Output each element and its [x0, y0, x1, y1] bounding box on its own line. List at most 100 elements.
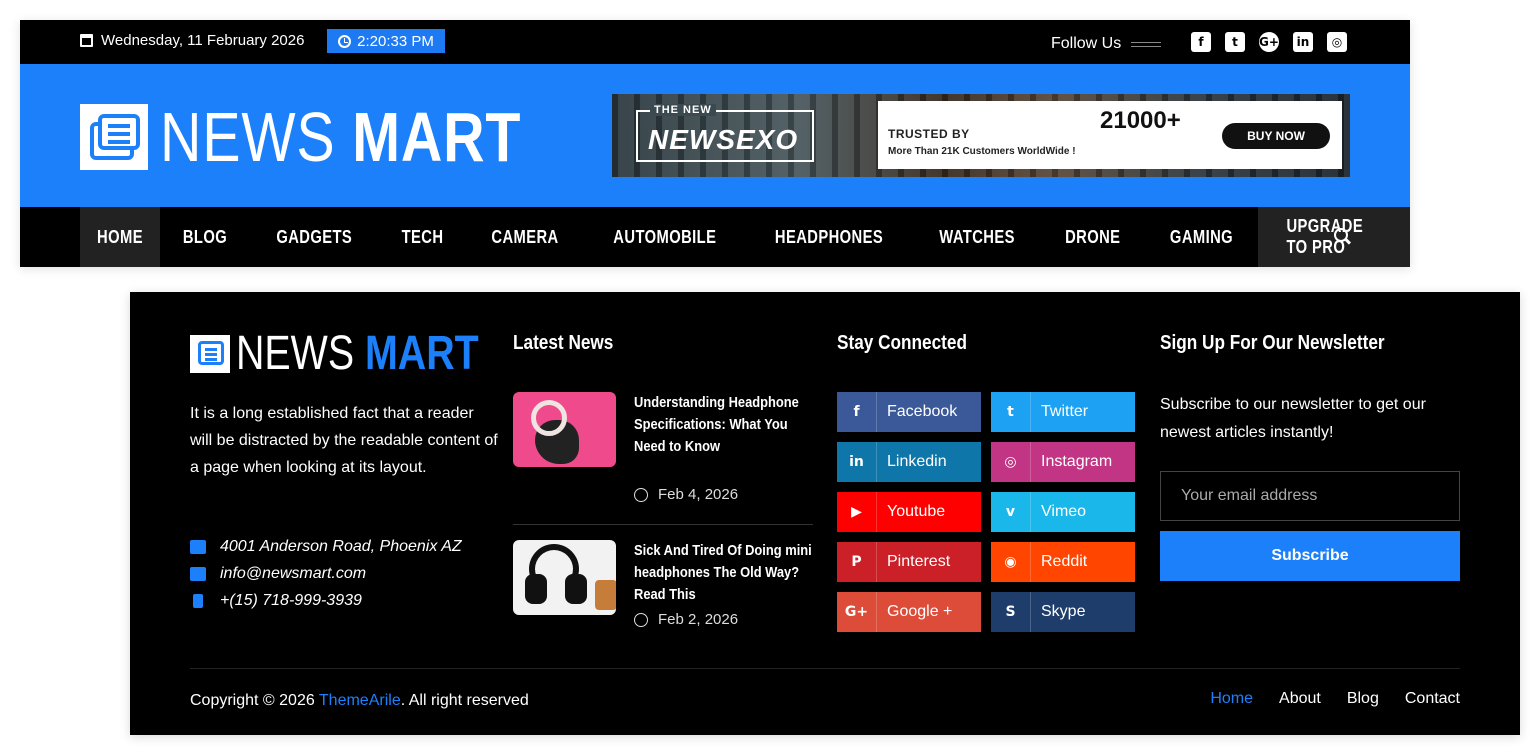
subscribe-button[interactable]: Subscribe: [1160, 531, 1460, 581]
google-plus-icon[interactable]: G+: [1259, 32, 1279, 52]
social-button-vimeo[interactable]: v Vimeo: [991, 492, 1135, 532]
nav-headphones[interactable]: HEADPHONES: [745, 207, 913, 267]
brand-bar: NEWS MART THE NEW NEWSEXO TRUSTED BY Mor…: [20, 64, 1410, 207]
news-divider: [513, 524, 813, 525]
social-button-label: Google +: [887, 603, 953, 620]
site-logo[interactable]: NEWS MART: [80, 102, 601, 172]
phone-text[interactable]: +(15) 718-999-3939: [220, 592, 362, 610]
footer-link-home[interactable]: Home: [1210, 690, 1253, 708]
latest-news-title: Latest News: [509, 332, 630, 355]
ad-more: More Than 21K Customers WorldWide !: [888, 146, 1076, 157]
contact-address: 4001 Anderson Road, Phoenix AZ: [190, 533, 462, 560]
newsletter-text: Subscribe to our newsletter to get our n…: [1160, 396, 1426, 441]
nav-watches[interactable]: WATCHES: [913, 207, 1041, 267]
social-button-skype[interactable]: S Skype: [991, 592, 1135, 632]
social-button-label: Reddit: [1041, 553, 1088, 570]
newsletter-title: Sign Up For Our Newsletter: [1155, 332, 1421, 355]
site-footer: NEWS MART It is a long established fact …: [130, 292, 1520, 735]
search-icon[interactable]: [1334, 228, 1348, 242]
vimeo-icon: v: [991, 492, 1031, 532]
clock-icon: [634, 487, 648, 502]
social-button-google[interactable]: G+ Google +: [837, 592, 981, 632]
linkedin-icon[interactable]: in: [1293, 32, 1313, 52]
address-text: 4001 Anderson Road, Phoenix AZ: [220, 537, 462, 555]
social-button-reddit[interactable]: ◉ Reddit: [991, 542, 1135, 582]
email-icon: [190, 566, 206, 581]
nav-gadgets[interactable]: GADGETS: [250, 207, 379, 267]
facebook-icon: f: [837, 392, 877, 432]
current-date: Wednesday, 11 February 2026: [80, 32, 304, 49]
news-date: Feb 4, 2026: [634, 486, 738, 503]
ad-trusted: TRUSTED BY: [888, 127, 970, 141]
email-text[interactable]: info@newsmart.com: [220, 565, 366, 583]
advertisement-banner[interactable]: THE NEW NEWSEXO TRUSTED BY More Than 21K…: [612, 94, 1350, 177]
instagram-icon[interactable]: ◎: [1327, 32, 1347, 52]
social-button-twitter[interactable]: t Twitter: [991, 392, 1135, 432]
social-button-label: Pinterest: [887, 553, 951, 570]
footer-logo[interactable]: NEWS MART: [190, 330, 532, 378]
social-button-label: Instagram: [1041, 453, 1113, 470]
copyright-prefix: Copyright © 2026: [190, 692, 319, 709]
newspaper-icon: [80, 104, 148, 170]
footer-about: It is a long established fact that a rea…: [190, 405, 498, 476]
footer-logo-text: NEWS MART: [236, 327, 479, 380]
social-button-linkedin[interactable]: in Linkedin: [837, 442, 981, 482]
news-title[interactable]: Sick And Tired Of Doing mini headphones …: [634, 540, 814, 606]
social-button-label: Vimeo: [1041, 503, 1087, 520]
ad-badge-small: THE NEW: [650, 104, 716, 116]
stay-connected-title: Stay Connected: [832, 332, 988, 355]
news-thumbnail[interactable]: [513, 540, 616, 615]
social-button-label: Youtube: [887, 503, 946, 520]
site-header: Wednesday, 11 February 2026 2:20:33 PM F…: [20, 20, 1410, 267]
copyright-suffix: . All right reserved: [400, 692, 529, 709]
social-button-pinterest[interactable]: P Pinterest: [837, 542, 981, 582]
social-button-instagram[interactable]: ◎ Instagram: [991, 442, 1135, 482]
follow-divider: [1131, 41, 1162, 47]
nav-camera[interactable]: CAMERA: [466, 207, 584, 267]
calendar-icon: [80, 34, 93, 47]
news-thumbnail[interactable]: [513, 392, 616, 467]
instagram-icon: ◎: [991, 442, 1031, 482]
twitter-icon[interactable]: t: [1225, 32, 1245, 52]
main-navigation: HOME BLOG GADGETS TECH CAMERA AUTOMOBILE…: [20, 207, 1410, 267]
themearile-link[interactable]: ThemeArile: [319, 692, 401, 709]
top-social-links: f t G+ in ◎: [1191, 32, 1347, 52]
email-field[interactable]: [1160, 471, 1460, 521]
footer-link-contact[interactable]: Contact: [1405, 690, 1460, 708]
clock-icon: [338, 34, 352, 48]
pinterest-icon: P: [837, 542, 877, 582]
youtube-icon: ▶: [837, 492, 877, 532]
top-bar: Wednesday, 11 February 2026 2:20:33 PM F…: [20, 20, 1410, 64]
footer-link-about[interactable]: About: [1279, 690, 1321, 708]
nav-automobile[interactable]: AUTOMOBILE: [584, 207, 746, 267]
social-button-label: Facebook: [887, 403, 958, 420]
contact-email[interactable]: info@newsmart.com: [190, 560, 462, 587]
ad-badge: THE NEW NEWSEXO: [636, 104, 814, 162]
nav-gaming[interactable]: GAMING: [1145, 207, 1258, 267]
nav-blog[interactable]: BLOG: [160, 207, 250, 267]
nav-drone[interactable]: DRONE: [1041, 207, 1145, 267]
social-button-label: Twitter: [1041, 403, 1089, 420]
social-button-label: Linkedin: [887, 453, 947, 470]
nav-home[interactable]: HOME: [80, 207, 160, 267]
social-button-label: Skype: [1041, 603, 1086, 620]
facebook-icon[interactable]: f: [1191, 32, 1211, 52]
social-buttons: f Facebook t Twitter in Linkedin ◎ Instagram ▶ Yo…: [837, 392, 1135, 632]
copyright: Copyright © 2026 ThemeArile. All right r…: [190, 692, 529, 710]
follow-label: Follow Us: [1051, 35, 1122, 52]
twitter-icon: t: [991, 392, 1031, 432]
nav-tech[interactable]: TECH: [379, 207, 466, 267]
ad-buy-button[interactable]: BUY NOW: [1222, 123, 1330, 149]
news-title[interactable]: Understanding Headphone Specifications: …: [634, 392, 814, 458]
footer-link-blog[interactable]: Blog: [1347, 690, 1379, 708]
ad-panel: TRUSTED BY More Than 21K Customers World…: [878, 101, 1342, 169]
contact-phone[interactable]: +(15) 718-999-3939: [190, 587, 462, 614]
google-plus-icon: G+: [837, 592, 877, 632]
clock-icon: [634, 612, 648, 627]
footer-divider: [190, 668, 1460, 669]
logo-text: NEWS MART: [160, 98, 522, 176]
social-button-youtube[interactable]: ▶ Youtube: [837, 492, 981, 532]
reddit-icon: ◉: [991, 542, 1031, 582]
social-button-facebook[interactable]: f Facebook: [837, 392, 981, 432]
bank-icon: [190, 539, 206, 554]
